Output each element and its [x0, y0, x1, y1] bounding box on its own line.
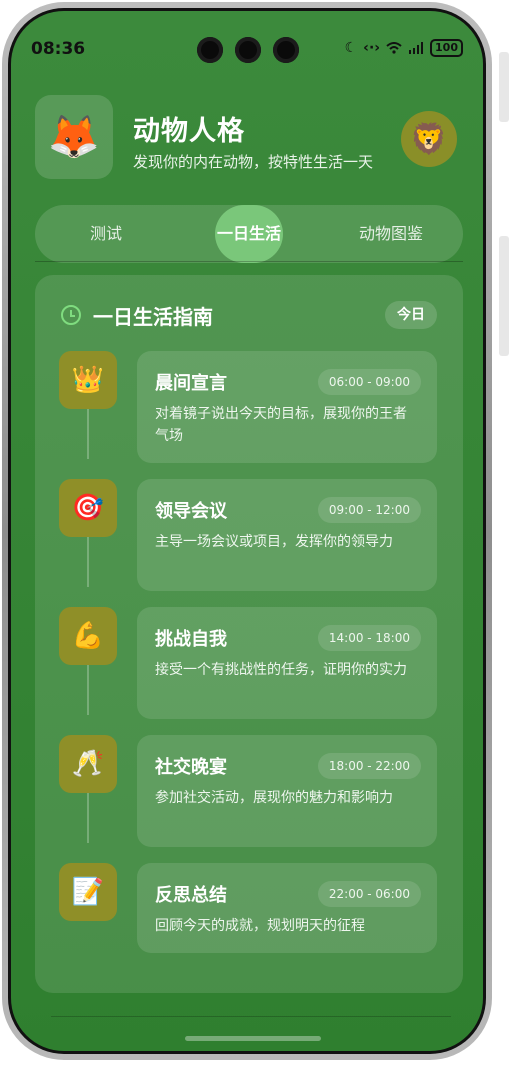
camera-lens-center [235, 37, 261, 63]
timeline-connector [87, 409, 89, 459]
status-time: 08:36 [31, 39, 86, 59]
app-subtitle: 发现你的内在动物，按特性生活一天 [133, 153, 374, 171]
item-time-badge: 06:00 - 09:00 [317, 369, 421, 395]
camera-lens-right [273, 37, 299, 63]
tabs-divider [35, 261, 463, 262]
lion-avatar-icon[interactable]: 🦁 [401, 111, 457, 167]
timeline-connector [87, 793, 89, 843]
item-description: 接受一个有挑战性的任务，证明你的实力 [155, 662, 407, 678]
home-indicator[interactable] [185, 1036, 321, 1041]
side-button-middle [499, 236, 509, 356]
app-title: 动物人格 [133, 116, 245, 147]
phone-frame: 08:36 ☾ ‹·› 100 🦊 动物人格 发现你的内在动物，按特性生活一天 … [2, 2, 492, 1060]
camera-lens-left [197, 37, 223, 63]
memo-icon: 📝 [59, 863, 117, 921]
daily-guide-card: 一日生活指南 今日 👑 晨间宣言 06:00 - 09:00 对着镜子说出今天的… [35, 275, 463, 993]
app-screen: 08:36 ☾ ‹·› 100 🦊 动物人格 发现你的内在动物，按特性生活一天 … [11, 11, 483, 1051]
signal-icon [409, 42, 424, 54]
schedule-item[interactable]: 领导会议 09:00 - 12:00 主导一场会议或项目，发挥你的领导力 [137, 479, 437, 591]
side-button-top [499, 52, 509, 122]
guide-title: 一日生活指南 [93, 305, 213, 329]
wifi-icon [386, 42, 402, 54]
tab-bar: 测试 一日生活 动物图鉴 [35, 205, 463, 263]
data-transfer-icon: ‹·› [363, 40, 381, 56]
fox-logo-icon: 🦊 [35, 95, 113, 179]
today-badge: 今日 [385, 301, 437, 329]
item-title: 挑战自我 [155, 629, 227, 650]
target-icon: 🎯 [59, 479, 117, 537]
status-bar: 08:36 ☾ ‹·› 100 [11, 11, 483, 63]
tab-animal-encyclopedia[interactable]: 动物图鉴 [341, 205, 441, 263]
timeline-connector [87, 537, 89, 587]
battery-indicator: 100 [430, 39, 463, 57]
item-title: 领导会议 [155, 501, 227, 522]
crown-icon: 👑 [59, 351, 117, 409]
tab-daily-life[interactable]: 一日生活 [215, 205, 283, 263]
item-title: 晨间宣言 [155, 373, 227, 394]
timeline-connector [87, 665, 89, 715]
tab-test[interactable]: 测试 [55, 205, 157, 263]
phone-bezel: 08:36 ☾ ‹·› 100 🦊 动物人格 发现你的内在动物，按特性生活一天 … [8, 8, 486, 1054]
schedule-item[interactable]: 挑战自我 14:00 - 18:00 接受一个有挑战性的任务，证明你的实力 [137, 607, 437, 719]
item-time-badge: 18:00 - 22:00 [317, 753, 421, 779]
schedule-item[interactable]: 社交晚宴 18:00 - 22:00 参加社交活动，展现你的魅力和影响力 [137, 735, 437, 847]
item-title: 社交晚宴 [155, 757, 227, 778]
bottom-divider [51, 1016, 451, 1017]
item-time-badge: 22:00 - 06:00 [317, 881, 421, 907]
status-icons: ☾ ‹·› 100 [345, 39, 463, 57]
flexed-biceps-icon: 💪 [59, 607, 117, 665]
item-title: 反思总结 [155, 885, 227, 906]
item-description: 参加社交活动，展现你的魅力和影响力 [155, 790, 393, 806]
item-description: 主导一场会议或项目，发挥你的领导力 [155, 534, 393, 550]
item-time-badge: 14:00 - 18:00 [317, 625, 421, 651]
item-description: 对着镜子说出今天的目标，展现你的王者气场 [155, 406, 407, 444]
champagne-glasses-icon: 🥂 [59, 735, 117, 793]
item-time-badge: 09:00 - 12:00 [317, 497, 421, 523]
schedule-item[interactable]: 反思总结 22:00 - 06:00 回顾今天的成就，规划明天的征程 [137, 863, 437, 953]
schedule-item[interactable]: 晨间宣言 06:00 - 09:00 对着镜子说出今天的目标，展现你的王者气场 [137, 351, 437, 463]
clock-icon [61, 305, 81, 325]
moon-icon: ☾ [344, 40, 358, 56]
item-description: 回顾今天的成就，规划明天的征程 [155, 918, 365, 934]
